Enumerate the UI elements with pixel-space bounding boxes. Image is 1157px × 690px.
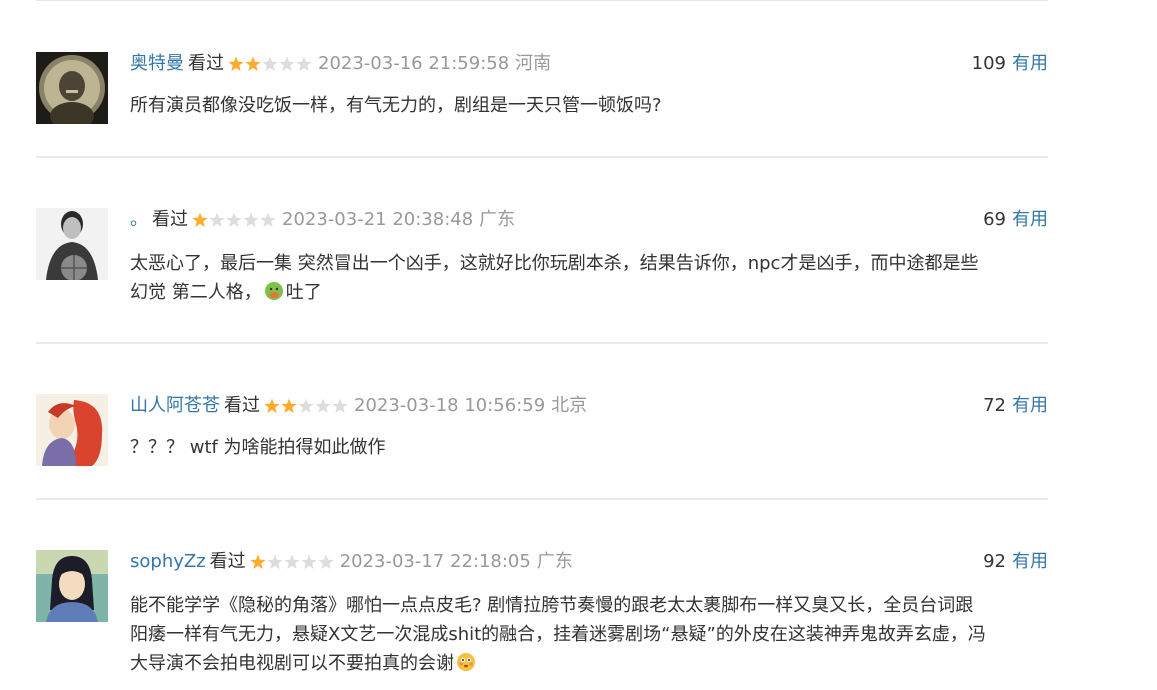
comment-text: 能不能学学《隐秘的角落》哪怕一点点皮毛? 剧情拉胯节奏慢的跟老太太裹脚布一样又臭… <box>130 591 1048 678</box>
watch-status: 看过 <box>188 53 224 74</box>
useful-button[interactable]: 有用 <box>1012 209 1048 230</box>
rating-stars-graphic <box>192 212 276 227</box>
star-empty-icon <box>260 212 276 227</box>
comment-location: 河南 <box>515 53 552 74</box>
vote-area: 109 有用 <box>972 52 1048 76</box>
star-empty-icon <box>332 398 348 413</box>
rating-stars <box>250 550 334 574</box>
vomiting-face-icon <box>264 282 283 300</box>
comment-header: sophyZz 看过 2023-03-17 22:18:05 广东 <box>130 550 573 574</box>
comment-location: 北京 <box>551 395 588 416</box>
star-filled-icon <box>250 554 266 569</box>
useful-button[interactable]: 有用 <box>1012 53 1048 74</box>
watch-status: 看过 <box>224 395 260 416</box>
useful-button[interactable]: 有用 <box>1012 551 1048 572</box>
star-filled-icon <box>245 56 261 71</box>
star-empty-icon <box>209 212 225 227</box>
comment-header: 山人阿苍苍 看过 2023-03-18 10:56:59 北京 <box>130 394 587 418</box>
star-filled-icon <box>264 398 280 413</box>
star-empty-icon <box>296 56 312 71</box>
comment-line-text: 幻觉 第二人格， <box>130 282 262 303</box>
comment-time: 2023-03-16 21:59:58 <box>318 53 510 74</box>
star-empty-icon <box>301 554 317 569</box>
comment-line-text: 大导演不会拍电视剧可以不要拍真的会谢 <box>130 653 454 674</box>
username-link[interactable]: sophyZz <box>130 551 206 572</box>
comment-time: 2023-03-17 22:18:05 <box>339 551 531 572</box>
divider <box>36 342 1048 344</box>
divider <box>36 498 1048 500</box>
star-empty-icon <box>279 56 295 71</box>
comment-location: 广东 <box>536 551 573 572</box>
comment-line: 能不能学学《隐秘的角落》哪怕一点点皮毛? 剧情拉胯节奏慢的跟老太太裹脚布一样又臭… <box>130 595 974 616</box>
rating-stars-graphic <box>264 398 348 413</box>
comment-text: 所有演员都像没吃饭一样，有气无力的，剧组是一天只管一顿饭吗? <box>130 91 1048 120</box>
vote-count: 69 <box>983 209 1006 230</box>
username-link[interactable]: 奥特曼 <box>130 53 184 74</box>
comment-line: 所有演员都像没吃饭一样，有气无力的，剧组是一天只管一顿饭吗? <box>130 95 662 116</box>
rating-stars-graphic <box>250 554 334 569</box>
star-empty-icon <box>284 554 300 569</box>
comment-time: 2023-03-18 10:56:59 <box>354 395 546 416</box>
useful-button[interactable]: 有用 <box>1012 395 1048 416</box>
star-empty-icon <box>315 398 331 413</box>
star-filled-icon <box>192 212 208 227</box>
rating-stars <box>228 52 312 76</box>
comment-location: 广东 <box>479 209 516 230</box>
vote-count: 92 <box>983 551 1006 572</box>
rating-stars <box>264 394 348 418</box>
star-empty-icon <box>267 554 283 569</box>
comment-header: 奥特曼 看过 2023-03-16 21:59:58 河南 <box>130 52 551 76</box>
comment-time: 2023-03-21 20:38:48 <box>282 209 474 230</box>
divider <box>36 156 1048 158</box>
vote-area: 92 有用 <box>983 550 1048 574</box>
flushed-face-icon <box>457 653 475 671</box>
comment-line: 阳痿一样有气无力，悬疑X文艺一次混成shit的融合，挂着迷雾剧场“悬疑”的外皮在… <box>130 624 986 645</box>
star-empty-icon <box>298 398 314 413</box>
comment-header: 。看过 2023-03-21 20:38:48 广东 <box>130 208 515 232</box>
vote-area: 72 有用 <box>983 394 1048 418</box>
vote-count: 72 <box>983 395 1006 416</box>
rating-stars <box>192 208 276 232</box>
top-divider <box>36 0 1048 1</box>
watch-status: 看过 <box>209 551 246 572</box>
comment-line: 幻觉 第二人格， 吐了 <box>130 278 1048 307</box>
star-filled-icon <box>281 398 297 413</box>
comment-line-text: 吐了 <box>285 282 322 303</box>
username-link[interactable]: 。 <box>130 209 148 230</box>
star-empty-icon <box>226 212 242 227</box>
username-link[interactable]: 山人阿苍苍 <box>130 395 220 416</box>
vote-area: 69 有用 <box>983 208 1048 232</box>
comment-line: ？？？ wtf 为啥能拍得如此做作 <box>130 437 386 458</box>
watch-status: 看过 <box>152 209 188 230</box>
vote-count: 109 <box>971 53 1006 74</box>
star-empty-icon <box>318 554 334 569</box>
star-filled-icon <box>228 56 244 71</box>
avatar[interactable] <box>36 52 108 124</box>
star-empty-icon <box>262 56 278 71</box>
rating-stars-graphic <box>228 56 312 71</box>
comment-line: 太恶心了，最后一集 突然冒出一个凶手，这就好比你玩剧本杀，结果告诉你，npc才是… <box>130 253 979 274</box>
avatar[interactable] <box>36 394 108 466</box>
comment-line: 大导演不会拍电视剧可以不要拍真的会谢 <box>130 649 1048 678</box>
comment-text: 太恶心了，最后一集 突然冒出一个凶手，这就好比你玩剧本杀，结果告诉你，npc才是… <box>130 249 1048 307</box>
avatar[interactable] <box>36 208 108 280</box>
comment-text: ？？？ wtf 为啥能拍得如此做作 <box>130 433 1048 462</box>
star-empty-icon <box>243 212 259 227</box>
avatar[interactable] <box>36 550 108 622</box>
